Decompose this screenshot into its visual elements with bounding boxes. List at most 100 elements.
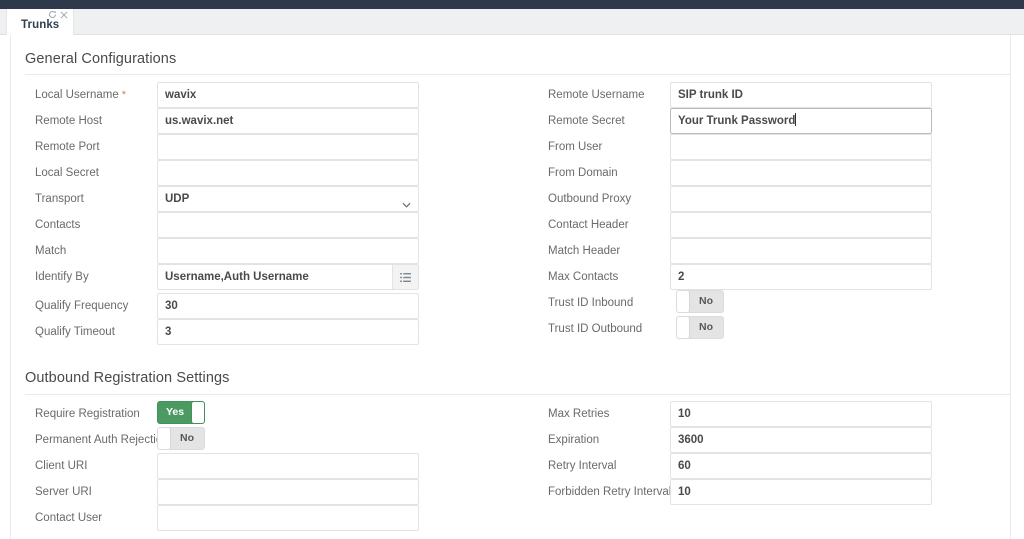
label-remote-port: Remote Port: [35, 141, 100, 153]
field-row-transport: Transport UDP: [35, 186, 419, 212]
field-row-server-uri: Server URI: [35, 479, 419, 505]
field-row-retry-interval: Retry Interval 60: [548, 453, 932, 479]
field-row-max-retries: Max Retries 10: [548, 401, 932, 427]
field-row-contacts: Contacts: [35, 212, 419, 238]
field-row-require-registration: Require Registration Yes: [35, 401, 419, 427]
input-server-uri[interactable]: [157, 479, 419, 505]
toggle-trust-id-outbound-label: No: [699, 321, 713, 333]
list-icon[interactable]: [392, 265, 418, 289]
page-body: General Configurations Local Username * …: [0, 35, 1024, 539]
input-identify-by-value: Username,Auth Username: [165, 271, 309, 283]
label-forbidden-retry-interval: Forbidden Retry Interval: [548, 486, 672, 498]
label-contact-user: Contact User: [35, 512, 103, 524]
input-remote-secret-value: Your Trunk Password: [678, 115, 796, 127]
toggle-knob: [677, 291, 689, 312]
label-from-domain: From Domain: [548, 167, 618, 179]
field-row-remote-secret: Remote Secret Your Trunk Password: [548, 108, 932, 134]
input-remote-host[interactable]: us.wavix.net: [157, 108, 419, 134]
field-row-expiration: Expiration 3600: [548, 427, 932, 453]
label-contacts: Contacts: [35, 219, 81, 231]
label-remote-username: Remote Username: [548, 89, 645, 101]
field-row-trust-id-inbound: Trust ID Inbound No: [548, 290, 932, 316]
label-transport: Transport: [35, 193, 84, 205]
input-contacts[interactable]: [157, 212, 419, 238]
input-remote-username[interactable]: SIP trunk ID: [670, 82, 932, 108]
toggle-trust-id-outbound[interactable]: No: [676, 316, 724, 339]
field-row-local-secret: Local Secret: [35, 160, 419, 186]
label-qualify-timeout: Qualify Timeout: [35, 326, 115, 338]
label-from-user: From User: [548, 141, 603, 153]
toggle-trust-id-inbound-label: No: [699, 295, 713, 307]
toggle-permanent-auth-rejection[interactable]: No: [157, 427, 205, 450]
input-match-header[interactable]: [670, 238, 932, 264]
toggle-require-registration-label: Yes: [165, 406, 185, 418]
input-expiration[interactable]: 3600: [670, 427, 932, 453]
field-row-remote-username: Remote Username SIP trunk ID: [548, 82, 932, 108]
required-asterisk: *: [118, 89, 127, 101]
select-transport-value: UDP: [165, 193, 190, 205]
field-row-qualify-frequency: Qualify Frequency 30: [35, 293, 419, 319]
toggle-trust-id-inbound[interactable]: No: [676, 290, 724, 313]
input-remote-secret[interactable]: Your Trunk Password: [670, 108, 932, 134]
input-contact-header[interactable]: [670, 212, 932, 238]
label-match: Match: [35, 245, 67, 257]
text-caret: [795, 113, 797, 126]
field-row-identify-by: Identify By Username,Auth Username: [35, 264, 419, 290]
field-row-client-uri: Client URI: [35, 453, 419, 479]
tab-trunks-label: Trunks: [21, 19, 60, 31]
toggle-permanent-auth-rejection-label: No: [180, 432, 194, 444]
input-qualify-timeout[interactable]: 3: [157, 319, 419, 345]
input-identify-by[interactable]: Username,Auth Username: [157, 264, 419, 290]
label-remote-host: Remote Host: [35, 115, 103, 127]
input-outbound-proxy[interactable]: [670, 186, 932, 212]
top-bar: [0, 0, 1024, 9]
label-remote-secret: Remote Secret: [548, 115, 625, 127]
field-row-permanent-auth-rejection: Permanent Auth Rejection No: [35, 427, 419, 453]
field-row-contact-header: Contact Header: [548, 212, 932, 238]
label-identify-by: Identify By: [35, 271, 89, 283]
tab-icon-group: [48, 10, 68, 19]
label-client-uri: Client URI: [35, 460, 88, 472]
label-local-username: Local Username *: [35, 89, 127, 101]
label-require-registration: Require Registration: [35, 408, 140, 420]
field-row-from-user: From User: [548, 134, 932, 160]
tab-strip: Trunks: [0, 9, 1024, 35]
field-row-qualify-timeout: Qualify Timeout 3: [35, 319, 419, 345]
input-from-user[interactable]: [670, 134, 932, 160]
input-client-uri[interactable]: [157, 453, 419, 479]
form-container: General Configurations Local Username * …: [10, 35, 1011, 539]
close-icon[interactable]: [60, 10, 68, 19]
refresh-icon[interactable]: [48, 10, 57, 19]
input-local-secret[interactable]: [157, 160, 419, 186]
input-forbidden-retry-interval[interactable]: 10: [670, 479, 932, 505]
application-window: Trunks General Configurations Local User…: [0, 0, 1024, 539]
input-max-contacts[interactable]: 2: [670, 264, 932, 290]
label-max-retries: Max Retries: [548, 408, 610, 420]
toggle-require-registration[interactable]: Yes: [157, 401, 205, 424]
section-divider-general: [25, 74, 1010, 75]
label-max-contacts: Max Contacts: [548, 271, 619, 283]
label-trust-id-inbound: Trust ID Inbound: [548, 297, 634, 309]
input-match[interactable]: [157, 238, 419, 264]
toggle-knob: [192, 402, 204, 423]
input-remote-port[interactable]: [157, 134, 419, 160]
select-transport[interactable]: UDP: [157, 186, 419, 212]
field-row-match-header: Match Header: [548, 238, 932, 264]
input-local-username[interactable]: wavix: [157, 82, 419, 108]
input-max-retries[interactable]: 10: [670, 401, 932, 427]
label-server-uri: Server URI: [35, 486, 92, 498]
input-from-domain[interactable]: [670, 160, 932, 186]
input-retry-interval[interactable]: 60: [670, 453, 932, 479]
field-row-remote-port: Remote Port: [35, 134, 419, 160]
input-qualify-frequency[interactable]: 30: [157, 293, 419, 319]
input-contact-user[interactable]: [157, 505, 419, 531]
field-row-outbound-proxy: Outbound Proxy: [548, 186, 932, 212]
label-contact-header: Contact Header: [548, 219, 629, 231]
section-title-general: General Configurations: [25, 51, 177, 67]
field-row-from-domain: From Domain: [548, 160, 932, 186]
field-row-max-contacts: Max Contacts 2: [548, 264, 932, 290]
section-divider-outbound: [25, 394, 1010, 395]
label-permanent-auth-rejection: Permanent Auth Rejection: [35, 434, 169, 446]
label-match-header: Match Header: [548, 245, 621, 257]
label-retry-interval: Retry Interval: [548, 460, 617, 472]
